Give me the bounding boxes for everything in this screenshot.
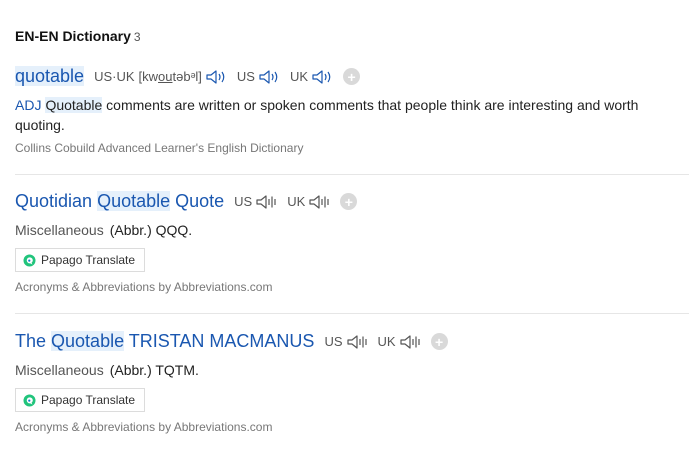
entry-word: quotable	[15, 66, 85, 86]
pronunciation-us: US	[234, 193, 277, 211]
entry-qqq: Quotidian Quotable Quote US UK + Miscell…	[15, 191, 689, 294]
definition: Miscellaneous (Abbr.) QQQ.	[15, 220, 689, 240]
uk-label: UK	[377, 334, 396, 349]
pronunciation-us: US	[324, 333, 367, 351]
speaker-icon[interactable]	[311, 68, 333, 86]
ipa-part: təbᵊl]	[172, 69, 202, 84]
source-attribution: Collins Cobuild Advanced Learner's Engli…	[15, 141, 304, 155]
entry-word-highlight: Quotable	[51, 331, 125, 351]
papago-icon	[23, 254, 36, 266]
result-count: 3	[133, 30, 141, 44]
entry-tqtm: The Quotable TRISTAN MACMANUS US UK + Mi…	[15, 331, 689, 434]
speaker-icon[interactable]	[258, 68, 280, 86]
divider	[15, 174, 689, 175]
category-label: Miscellaneous	[15, 362, 104, 378]
section-title: EN-EN Dictionary	[15, 28, 131, 44]
pronunciation-uk: UK	[290, 68, 333, 86]
pronunciation-us: US	[237, 68, 280, 86]
source-attribution: Acronyms & Abbreviations by Abbreviation…	[15, 420, 273, 434]
add-wordbook-button[interactable]: +	[340, 193, 358, 210]
source-attribution: Acronyms & Abbreviations by Abbreviation…	[15, 280, 273, 294]
entry-headline: quotable US·UK [kwoutəbᵊl] US UK +	[15, 66, 689, 87]
speaker-icon[interactable]	[255, 193, 277, 211]
speaker-icon[interactable]	[308, 193, 330, 211]
entry-word-part: Quote	[170, 191, 225, 211]
ipa-stress: ou	[158, 69, 173, 84]
uk-label: UK	[287, 194, 306, 209]
entry-word-link[interactable]: Quotidian Quotable Quote	[15, 191, 224, 212]
entry-word-link[interactable]: quotable	[15, 66, 85, 87]
translate-row: Papago Translate	[15, 248, 689, 272]
abbreviation-text: (Abbr.) TQTM.	[109, 362, 199, 378]
pronunciation-uk: UK	[378, 333, 421, 351]
entry-word-link[interactable]: The Quotable TRISTAN MACMANUS	[15, 331, 314, 352]
divider	[15, 313, 689, 314]
section-header: EN-EN Dictionary 3	[15, 28, 141, 44]
entry-word-part: The	[15, 331, 52, 351]
ipa-part: [kw	[138, 69, 159, 84]
translate-row: Papago Translate	[15, 388, 689, 412]
entry-headline: The Quotable TRISTAN MACMANUS US UK +	[15, 331, 689, 352]
definition-text: comments are written or spoken comments …	[15, 97, 639, 133]
papago-translate-label: Papago Translate	[41, 253, 136, 267]
us-label: US	[236, 69, 255, 84]
papago-translate-label: Papago Translate	[41, 393, 136, 407]
phonetic-transcription: [kwoutəbᵊl]	[139, 69, 202, 84]
papago-translate-button[interactable]: Papago Translate	[15, 388, 146, 412]
us-label: US	[234, 194, 253, 209]
category-label: Miscellaneous	[15, 222, 104, 238]
us-label: US	[324, 334, 343, 349]
pronunciation-usuk: US·UK [kwoutəbᵊl]	[94, 68, 227, 86]
speaker-icon[interactable]	[205, 68, 227, 86]
add-wordbook-button[interactable]: +	[343, 68, 361, 85]
entry-headline: Quotidian Quotable Quote US UK +	[15, 191, 689, 212]
entry-word-highlight: Quotable	[97, 191, 171, 211]
entry-quotable: quotable US·UK [kwoutəbᵊl] US UK + ADJ Qu…	[15, 66, 689, 155]
dialect-label: US·UK	[94, 69, 135, 84]
definition: Miscellaneous (Abbr.) TQTM.	[15, 360, 689, 380]
entry-word-part: TRISTAN MACMANUS	[124, 331, 315, 351]
speaker-icon[interactable]	[399, 333, 421, 351]
add-wordbook-button[interactable]: +	[430, 333, 448, 350]
pronunciation-uk: UK	[287, 193, 330, 211]
uk-label: UK	[289, 69, 309, 84]
papago-translate-button[interactable]: Papago Translate	[15, 248, 146, 272]
abbreviation-text: (Abbr.) QQQ.	[109, 222, 193, 238]
definition: ADJ Quotable comments are written or spok…	[15, 95, 689, 135]
definition-highlight: Quotable	[45, 97, 103, 113]
entry-word-part: Quotidian	[15, 191, 98, 211]
speaker-icon[interactable]	[346, 333, 368, 351]
part-of-speech: ADJ	[15, 97, 42, 113]
papago-icon	[23, 394, 36, 406]
